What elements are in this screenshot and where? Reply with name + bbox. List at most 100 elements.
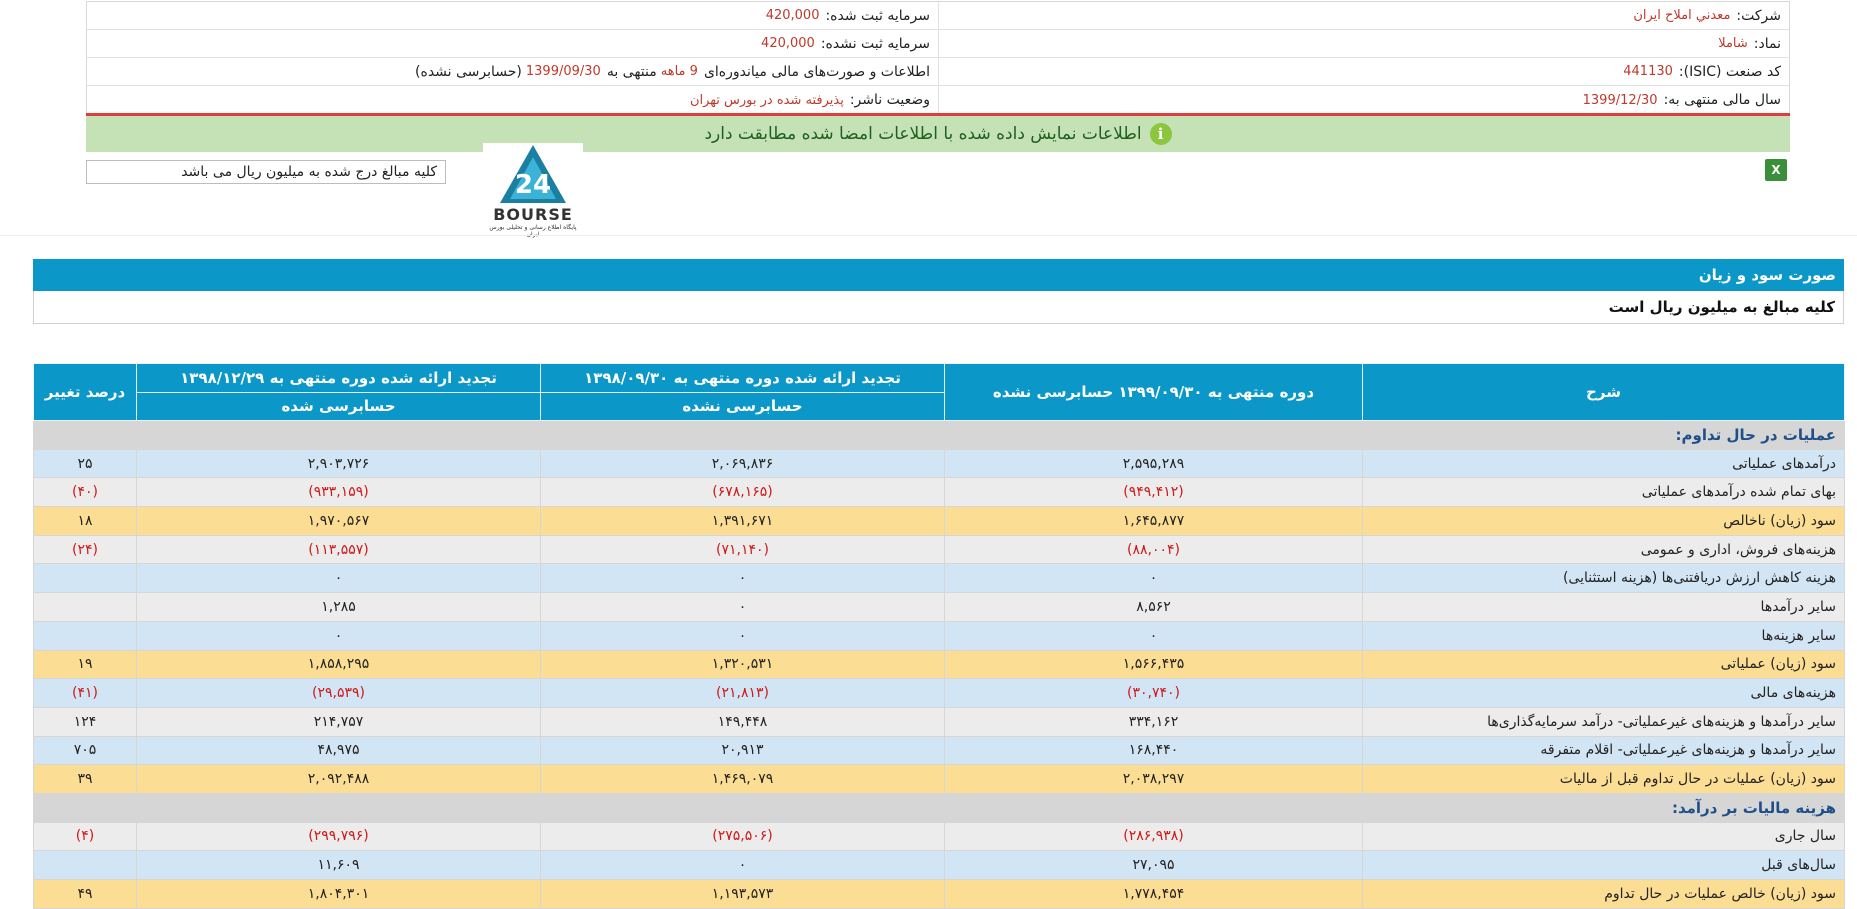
- bourse-logo: 24 BOURSE پایگاه اطلاع رسانی و تحلیلی بو…: [483, 143, 583, 238]
- cell-period-1399: ۰: [944, 620, 1363, 651]
- header-col2: تجدید ارائه شده دوره منتهی به ۱۳۹۸/۰۹/۳۰: [540, 363, 945, 393]
- cell-period-1398-09: [540, 792, 945, 823]
- cell-description: سایر هزینه‌ها: [1362, 620, 1845, 651]
- publisher-status-cell: وضعیت ناشر: پذیرفته شده در بورس تهران: [87, 86, 938, 114]
- cell-change-percent: [33, 592, 137, 622]
- table-row: سایر درآمدها و هزینه‌های غیرعملیاتی- اقل…: [33, 735, 1845, 766]
- registered-capital-value: 420,000: [765, 8, 820, 23]
- header-col2-sub: حسابرسی نشده: [540, 391, 945, 421]
- divider: [0, 235, 1857, 236]
- section-title: صورت سود و زیان: [33, 259, 1844, 291]
- cell-description: عملیات در حال تداوم:: [1362, 420, 1845, 450]
- cell-period-1399: ۱,۵۶۶,۴۳۵: [944, 649, 1363, 680]
- table-row: هزینه‌های فروش، اداری و عمومی (۸۸,۰۰۴) (۷۱…: [33, 534, 1845, 565]
- cell-period-1398-09: ۱,۱۹۳,۵۷۳: [540, 879, 945, 909]
- report-description-cell: اطلاعات و صورت‌های مالی میاندوره‌ای 9 ما…: [87, 58, 938, 85]
- excel-icon[interactable]: X: [1765, 159, 1787, 181]
- table-row: هزینه‌های مالی (۳۰,۷۴۰) (۲۱,۸۱۳) (۲۹,۵۳۹) (۴…: [33, 678, 1845, 708]
- match-banner: i اطلاعات نمایش داده شده با اطلاعات امضا…: [86, 113, 1790, 152]
- cell-period-1398-09: (۲۷۵,۵۰۶): [540, 821, 945, 852]
- cell-period-1398-09: ۱,۳۲۰,۵۳۱: [540, 649, 945, 680]
- table-row: سود (زیان) عملیات در حال تداوم قبل از ما…: [33, 764, 1845, 794]
- income-statement-table: شرح دوره منتهی به ۱۳۹۹/۰۹/۳۰ حسابرسی نشد…: [33, 363, 1845, 909]
- cell-period-1398-12: (۲۹۹,۷۹۶): [136, 821, 541, 852]
- cell-period-1398-12: [136, 792, 541, 823]
- unregistered-capital-label: سرمایه ثبت نشده:: [820, 35, 930, 52]
- cell-period-1398-09: (۶۷۸,۱۶۵): [540, 477, 945, 508]
- symbol-label: نماد:: [1753, 35, 1781, 52]
- cell-period-1398-12: ۱,۸۰۴,۳۰۱: [136, 879, 541, 909]
- table-row: سایر درآمدها ۸,۵۶۲ ۰ ۱,۲۸۵: [33, 592, 1845, 622]
- report-date: 1399/09/30: [525, 64, 601, 79]
- table-row: سایر هزینه‌ها ۰ ۰ ۰: [33, 620, 1845, 651]
- symbol-cell: نماد: شاملا: [938, 30, 1789, 57]
- cell-period-1399: ۰: [944, 563, 1363, 594]
- cell-period-1398-12: ۰: [136, 620, 541, 651]
- cell-period-1399: ۸,۵۶۲: [944, 592, 1363, 622]
- report-prefix: اطلاعات و صورت‌های مالی میاندوره‌ای: [703, 63, 930, 80]
- info-row: نماد: شاملا سرمایه ثبت نشده: 420,000: [87, 30, 1789, 58]
- cell-description: هزینه‌های مالی: [1362, 678, 1845, 708]
- header-col3: تجدید ارائه شده دوره منتهی به ۱۳۹۸/۱۲/۲۹: [136, 363, 541, 393]
- isic-label: کد صنعت (ISIC):: [1678, 63, 1781, 80]
- fiscal-year-cell: سال مالی منتهی به: 1399/12/30: [938, 86, 1789, 114]
- company-cell: شرکت: معدني املاح ايران: [938, 2, 1789, 29]
- info-row: کد صنعت (ISIC): 441130 اطلاعات و صورت‌ها…: [87, 58, 1789, 86]
- unregistered-capital-cell: سرمایه ثبت نشده: 420,000: [87, 30, 938, 57]
- cell-description: سایر درآمدها و هزینه‌های غیرعملیاتی- اقل…: [1362, 735, 1845, 766]
- cell-change-percent: ۷۰۵: [33, 735, 137, 766]
- cell-change-percent: (۲۴): [33, 534, 137, 565]
- cell-period-1398-12: ۱,۲۸۵: [136, 592, 541, 622]
- table-row: بهای تمام شده درآمدهای عملیاتی (۹۴۹,۴۱۲)(…: [33, 477, 1845, 508]
- cell-change-percent: ۲۵: [33, 448, 137, 479]
- cell-period-1398-12: ۴۸,۹۷۵: [136, 735, 541, 766]
- cell-period-1399: [944, 792, 1363, 823]
- cell-change-percent: (۴۰): [33, 477, 137, 508]
- company-info-box: شرکت: معدني املاح ايران سرمایه ثبت شده: …: [86, 1, 1790, 115]
- cell-description: سود (زیان) عملیات در حال تداوم قبل از ما…: [1362, 764, 1845, 794]
- cell-change-percent: ۱۲۴: [33, 706, 137, 737]
- info-row: سال مالی منتهی به: 1399/12/30 وضعیت ناشر…: [87, 86, 1789, 114]
- report-months: 9 ماهه: [660, 64, 698, 79]
- cell-description: هزینه کاهش ارزش دریافتنی‌ها (هزینه استثن…: [1362, 563, 1845, 594]
- header-change-percent: درصد تغییر: [33, 363, 137, 421]
- header-col3-sub: حسابرسی شده: [136, 391, 541, 421]
- report-suffix: (حسابرسی نشده): [415, 63, 522, 80]
- symbol-value: شاملا: [1718, 36, 1748, 51]
- cell-change-percent: (۴۱): [33, 678, 137, 708]
- cell-period-1398-12: ۲,۹۰۳,۷۲۶: [136, 448, 541, 479]
- table-row: درآمدهای عملیاتی ۲,۵۹۵,۲۸۹ ۲,۰۶۹,۸۳۶ ۲,۹۰۳,…: [33, 448, 1845, 479]
- isic-value: 441130: [1623, 64, 1673, 79]
- cell-period-1398-12: (۹۳۳,۱۵۹): [136, 477, 541, 508]
- cell-period-1399: ۲,۵۹۵,۲۸۹: [944, 448, 1363, 479]
- fiscal-year-value: 1399/12/30: [1582, 92, 1658, 108]
- cell-description: سال جاری: [1362, 821, 1845, 852]
- cell-description: سایر درآمدها و هزینه‌های غیرعملیاتی- درآ…: [1362, 706, 1845, 737]
- cell-period-1398-09: ۲۰,۹۱۳: [540, 735, 945, 766]
- logo-word: BOURSE: [493, 205, 573, 224]
- cell-period-1398-12: [136, 420, 541, 450]
- report-middle: منتهی به: [606, 63, 657, 80]
- cell-description: سود (زیان) خالص عملیات در حال تداوم: [1362, 879, 1845, 909]
- section-note: کلیه مبالغ به میلیون ریال است: [33, 291, 1844, 324]
- cell-period-1399: ۲۷,۰۹۵: [944, 850, 1363, 880]
- cell-period-1398-09: ۰: [540, 592, 945, 622]
- cell-period-1398-09: ۱,۴۶۹,۰۷۹: [540, 764, 945, 794]
- info-row: شرکت: معدني املاح ايران سرمایه ثبت شده: …: [87, 2, 1789, 30]
- cell-period-1399: [944, 420, 1363, 450]
- logo-triangle-icon: 24: [500, 145, 566, 203]
- cell-change-percent: [33, 792, 137, 823]
- header-description: شرح: [1362, 363, 1845, 421]
- table-row: سود (زیان) ناخالص ۱,۶۴۵,۸۷۷ ۱,۳۹۱,۶۷۱ ۱,۹۷۰…: [33, 506, 1845, 536]
- table-header-row: شرح دوره منتهی به ۱۳۹۹/۰۹/۳۰ حسابرسی نشد…: [33, 363, 1845, 421]
- cell-period-1398-12: (۱۱۳,۵۵۷): [136, 534, 541, 565]
- table-row: هزینه مالیات بر درآمد:: [33, 792, 1845, 823]
- table-row: سود (زیان) عملیاتی ۱,۵۶۶,۴۳۵ ۱,۳۲۰,۵۳۱ ۱,۸۵…: [33, 649, 1845, 680]
- publisher-status-value: پذیرفته شده در بورس تهران: [689, 92, 844, 108]
- banner-text: اطلاعات نمایش داده شده با اطلاعات امضا ش…: [704, 124, 1142, 144]
- cell-period-1398-09: ۱,۳۹۱,۶۷۱: [540, 506, 945, 536]
- units-note: کلیه مبالغ درج شده به میلیون ریال می باش…: [86, 160, 446, 184]
- cell-period-1399: (۹۴۹,۴۱۲): [944, 477, 1363, 508]
- cell-period-1399: (۸۸,۰۰۴): [944, 534, 1363, 565]
- cell-period-1398-09: [540, 420, 945, 450]
